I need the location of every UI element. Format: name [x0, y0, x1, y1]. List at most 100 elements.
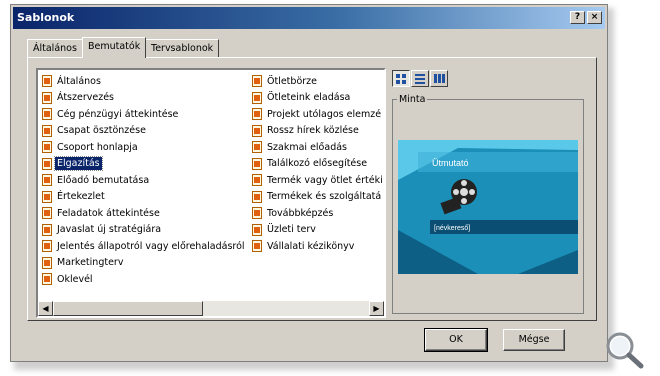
template-item-label: Továbbképzés: [267, 207, 334, 219]
preview-slide-title: Ütmutató: [432, 158, 469, 168]
template-item[interactable]: Ötletbörze: [252, 73, 384, 90]
preview-slide-subtitle: [névkereső]: [434, 225, 470, 232]
template-doc-icon: [42, 157, 52, 170]
cancel-button[interactable]: Mégse: [503, 329, 565, 351]
template-item[interactable]: Általános: [42, 73, 247, 90]
template-item-label: Ötletbörze: [267, 75, 317, 87]
template-item[interactable]: Szakmai előadás: [252, 139, 384, 156]
template-item-label: Termékek és szolgáltatá: [267, 191, 382, 203]
template-item[interactable]: Továbbképzés: [252, 205, 384, 222]
scroll-right-button[interactable]: ▶: [369, 301, 384, 316]
template-item-label: Általános: [57, 75, 101, 87]
template-doc-icon: [42, 91, 52, 104]
template-doc-icon: [42, 190, 52, 203]
template-item[interactable]: Vállalati kézikönyv: [252, 238, 384, 255]
template-item[interactable]: Cég pénzügyi áttekintése: [42, 106, 247, 123]
template-doc-icon: [252, 108, 262, 121]
template-doc-icon: [42, 256, 52, 269]
window-title: Sablonok: [17, 11, 75, 24]
template-item[interactable]: Oklevél: [42, 271, 247, 288]
template-item[interactable]: Jelentés állapotról vagy előrehaladásról: [42, 238, 247, 255]
template-doc-icon: [252, 157, 262, 170]
template-item[interactable]: Üzleti terv: [252, 222, 384, 239]
template-item-label: Értekezlet: [57, 191, 105, 203]
template-item[interactable]: Marketingterv: [42, 255, 247, 272]
template-item[interactable]: Projekt utólagos elemzé: [252, 106, 384, 123]
tab-tervsablonok[interactable]: Tervsablonok: [145, 39, 220, 57]
template-doc-icon: [42, 223, 52, 236]
template-item[interactable]: Elgazítás: [42, 156, 247, 173]
template-item-label: Előadó bemutatása: [57, 174, 150, 186]
template-doc-icon: [42, 108, 52, 121]
help-button[interactable]: ?: [570, 11, 585, 24]
template-item[interactable]: Előadó bemutatása: [42, 172, 247, 189]
template-item[interactable]: Ötleteink eladása: [252, 90, 384, 107]
template-item[interactable]: Találkozó elősegítése: [252, 156, 384, 173]
preview-image: Ütmutató [névkereső]: [398, 140, 578, 274]
template-item-label: Marketingterv: [57, 257, 124, 269]
template-item-label: Üzleti terv: [267, 224, 316, 236]
template-doc-icon: [252, 91, 262, 104]
scroll-left-button[interactable]: ◀: [38, 301, 53, 316]
template-doc-icon: [252, 240, 262, 253]
tab-panel: Általános Átszervezés Cég pénzügyi áttekin…: [27, 57, 597, 321]
template-item-label: Ötleteink eladása: [267, 92, 351, 104]
template-list[interactable]: Általános Átszervezés Cég pénzügyi áttekin…: [36, 68, 386, 318]
template-item-label: Csapat ösztönzése: [57, 125, 146, 137]
template-column-1: Általános Átszervezés Cég pénzügyi áttekin…: [42, 73, 247, 288]
template-item-label: Cég pénzügyi áttekintése: [57, 108, 179, 120]
template-item-label: Rossz hírek közlése: [267, 125, 359, 137]
close-button[interactable]: ×: [587, 11, 602, 24]
template-item[interactable]: Termék vagy ötlet értéki: [252, 172, 384, 189]
template-item-label: Vállalati kézikönyv: [267, 240, 355, 252]
template-item[interactable]: Csapat ösztönzése: [42, 123, 247, 140]
tab-altalanos[interactable]: Általános: [27, 39, 83, 57]
template-item-label: Javaslat új stratégiára: [57, 224, 162, 236]
template-item-label: Találkozó elősegítése: [267, 158, 368, 170]
template-item-label: Jelentés állapotról vagy előrehaladásról: [57, 240, 245, 252]
template-item[interactable]: Feladatok áttekintése: [42, 205, 247, 222]
template-doc-icon: [42, 240, 52, 253]
template-item-label: Oklevél: [57, 273, 93, 285]
template-item-label: Termék vagy ötlet értéki: [267, 174, 383, 186]
template-item-label: Szakmai előadás: [267, 141, 347, 153]
template-item[interactable]: Csoport honlapja: [42, 139, 247, 156]
template-item-label: Elgazítás: [54, 156, 103, 172]
template-doc-icon: [252, 190, 262, 203]
large-icons-view-icon[interactable]: [392, 70, 410, 87]
template-item-label: Átszervezés: [57, 92, 114, 104]
template-item[interactable]: Javaslat új stratégiára: [42, 222, 247, 239]
template-item-label: Feladatok áttekintése: [57, 207, 160, 219]
template-column-2: Ötletbörze Ötleteink eladása Projekt utóla…: [252, 73, 384, 255]
template-item[interactable]: Értekezlet: [42, 189, 247, 206]
templates-dialog: Sablonok ? × Általános Bemutatók Tervsab…: [10, 4, 608, 362]
ok-button[interactable]: OK: [424, 328, 488, 352]
horizontal-scrollbar[interactable]: ◀ ▶: [38, 301, 384, 316]
view-buttons: [392, 70, 448, 88]
template-doc-icon: [252, 174, 262, 187]
template-item[interactable]: Rossz hírek közlése: [252, 123, 384, 140]
template-doc-icon: [252, 141, 262, 154]
title-bar: Sablonok ? ×: [13, 7, 605, 29]
template-doc-icon: [252, 75, 262, 88]
list-view-icon[interactable]: [411, 70, 429, 87]
template-doc-icon: [252, 124, 262, 137]
tab-bemutatok[interactable]: Bemutatók: [82, 37, 147, 58]
preview-group: Minta Ütmutató [névkereső]: [392, 94, 584, 314]
template-doc-icon: [42, 124, 52, 137]
scroll-thumb[interactable]: [53, 301, 203, 316]
template-doc-icon: [252, 207, 262, 220]
template-item[interactable]: Átszervezés: [42, 90, 247, 107]
preview-legend: Minta: [399, 94, 426, 105]
template-item-label: Csoport honlapja: [57, 141, 138, 153]
template-doc-icon: [42, 273, 52, 286]
template-doc-icon: [42, 75, 52, 88]
template-doc-icon: [252, 223, 262, 236]
template-item[interactable]: Termékek és szolgáltatá: [252, 189, 384, 206]
template-doc-icon: [42, 174, 52, 187]
magnifier-icon[interactable]: [603, 330, 647, 370]
template-doc-icon: [42, 207, 52, 220]
template-item-label: Projekt utólagos elemzé: [267, 108, 382, 120]
template-doc-icon: [42, 141, 52, 154]
details-view-icon[interactable]: [430, 70, 448, 87]
